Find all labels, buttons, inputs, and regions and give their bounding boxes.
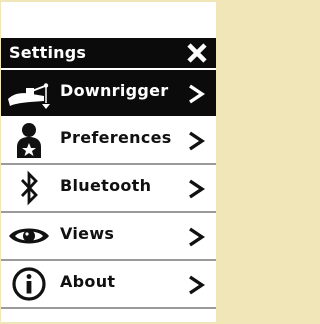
menu-item-label: Views — [60, 224, 115, 243]
chevron-right-icon — [189, 84, 205, 104]
bluetooth-icon — [20, 170, 38, 206]
menu-item-about[interactable]: About — [1, 261, 216, 307]
settings-panel: Settings Downrigger Preferences Bluetoot… — [1, 2, 216, 322]
chevron-right-icon — [189, 227, 205, 247]
menu-item-label: About — [60, 272, 116, 291]
menu-item-label: Downrigger — [60, 81, 169, 100]
user-star-icon — [17, 123, 41, 158]
menu-item-preferences[interactable]: Preferences — [1, 117, 216, 163]
chevron-right-icon — [189, 275, 205, 295]
page-title: Settings — [9, 43, 87, 62]
menu-item-label: Preferences — [60, 128, 172, 147]
eye-icon — [9, 228, 49, 244]
settings-header: Settings — [1, 38, 216, 68]
downrigger-icon — [8, 83, 50, 109]
info-icon — [12, 267, 46, 301]
divider — [1, 307, 216, 309]
menu-item-bluetooth[interactable]: Bluetooth — [1, 165, 216, 211]
close-icon[interactable] — [185, 41, 209, 65]
chevron-right-icon — [189, 131, 205, 151]
menu-item-views[interactable]: Views — [1, 213, 216, 259]
menu-item-downrigger[interactable]: Downrigger — [1, 70, 216, 116]
menu-item-label: Bluetooth — [60, 176, 152, 195]
chevron-right-icon — [189, 179, 205, 199]
